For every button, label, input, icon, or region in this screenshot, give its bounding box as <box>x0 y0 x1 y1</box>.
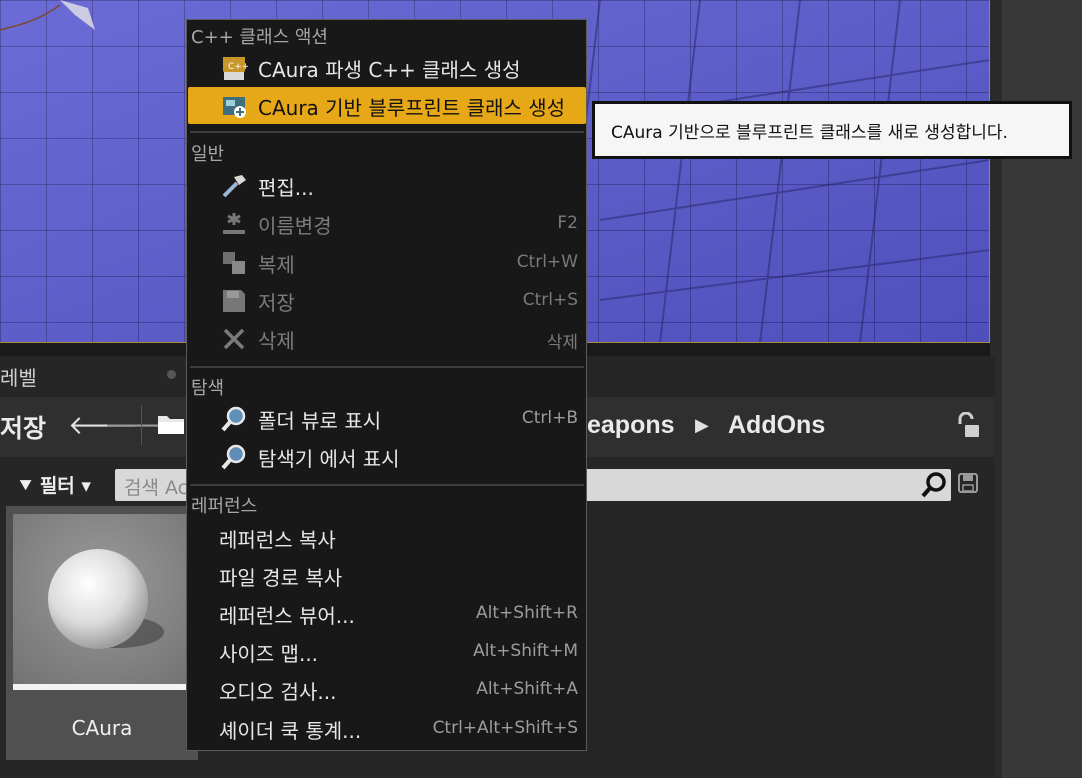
filter-button[interactable]: ⯆ 필터 ▾ <box>18 471 91 498</box>
menu-item-audit[interactable]: 오디오 검사... Alt+Shift+A <box>188 671 586 708</box>
rename-icon <box>223 213 245 234</box>
level-tab[interactable]: 레벨 <box>0 362 37 391</box>
section-references: 레퍼런스 <box>191 496 258 517</box>
menu-item-edit[interactable]: 편집... <box>188 167 586 204</box>
shortcut-label: Ctrl+B <box>521 408 578 428</box>
search-icon[interactable] <box>920 471 948 499</box>
menu-item-label: 삭제 <box>258 329 295 353</box>
menu-separator <box>190 484 584 486</box>
menu-item-show-in-explorer[interactable]: 탐색기 에서 표시 <box>188 438 586 475</box>
tooltip-text: CAura 기반으로 블루프린트 클래스를 새로 생성합니다. <box>595 104 1069 156</box>
filter-label: 필터 <box>39 475 75 497</box>
menu-item-label: 폴더 뷰로 표시 <box>258 409 382 433</box>
save-icon <box>223 290 245 312</box>
delete-x-icon <box>223 328 245 350</box>
sphere-thumbnail-icon <box>48 549 164 649</box>
menu-item-label: CAura 기반 블루프린트 클래스 생성 <box>258 96 566 120</box>
save-search-icon[interactable] <box>957 472 979 494</box>
menu-item-reference-viewer[interactable]: 레퍼런스 뷰어... Alt+Shift+R <box>188 595 586 632</box>
menu-item-label: 셰이더 쿡 통계... <box>219 719 362 743</box>
menu-item-label: 오디오 검사... <box>219 680 337 704</box>
section-explore: 탐색 <box>191 378 225 399</box>
breadcrumb-separator-icon[interactable]: ▶ <box>695 415 709 436</box>
menu-item-label: 레퍼런스 복사 <box>219 528 336 552</box>
magnifier-icon <box>221 406 246 432</box>
toolbar-divider <box>141 405 142 445</box>
menu-separator <box>190 366 584 368</box>
menu-separator <box>190 131 584 133</box>
menu-item-label: 탐색기 에서 표시 <box>258 447 400 471</box>
shortcut-label: Alt+Shift+R <box>476 603 578 623</box>
menu-item-copy-reference[interactable]: 레퍼런스 복사 <box>188 519 586 556</box>
folder-icon[interactable] <box>157 412 185 436</box>
lock-icon[interactable] <box>955 412 981 440</box>
search-placeholder: 검색 Ac <box>124 477 189 499</box>
section-cpp-class-actions: C++ 클래스 액션 <box>191 27 328 48</box>
menu-item-copy-file-path[interactable]: 파일 경로 복사 <box>188 557 586 594</box>
menu-item-show-in-folder-view[interactable]: 폴더 뷰로 표시 Ctrl+B <box>188 400 586 437</box>
breadcrumb-weapons[interactable]: eapons <box>587 411 675 440</box>
shortcut-label: Ctrl+W <box>516 252 578 272</box>
menu-tooltip: CAura 기반으로 블루프린트 클래스를 새로 생성합니다. <box>592 101 1072 159</box>
shortcut-label: Ctrl+S <box>522 290 578 310</box>
blueprint-class-icon <box>223 97 246 118</box>
menu-item-shader-cook-stats[interactable]: 셰이더 쿡 통계... Ctrl+Alt+Shift+S <box>188 710 586 747</box>
cpp-class-icon: C++ <box>223 57 248 80</box>
asset-thumbnail <box>13 514 191 684</box>
shortcut-label: F2 <box>557 213 578 233</box>
chevron-down-icon: ▾ <box>81 475 91 497</box>
menu-item-rename[interactable]: 이름변경 F2 <box>188 205 586 242</box>
menu-item-create-blueprint[interactable]: CAura 기반 블루프린트 클래스 생성 <box>188 87 586 124</box>
magnifier-icon <box>221 444 246 470</box>
menu-item-duplicate[interactable]: 복제 Ctrl+W <box>188 244 586 281</box>
asset-type-bar <box>13 684 191 690</box>
shortcut-label: Alt+Shift+M <box>473 641 578 661</box>
menu-item-save[interactable]: 저장 Ctrl+S <box>188 282 586 319</box>
breadcrumb-addons[interactable]: AddOns <box>728 411 825 440</box>
edit-hammer-icon <box>222 175 246 198</box>
menu-item-size-map[interactable]: 사이즈 맵... Alt+Shift+M <box>188 633 586 670</box>
menu-item-label: 레퍼런스 뷰어... <box>219 604 355 628</box>
menu-item-create-derived-cpp[interactable]: C++ CAura 파생 C++ 클래스 생성 <box>188 49 586 86</box>
tab-close-dot-icon[interactable] <box>167 370 176 379</box>
shortcut-label: 삭제 <box>546 333 578 353</box>
menu-item-label: 이름변경 <box>258 214 332 238</box>
duplicate-icon <box>223 252 245 274</box>
menu-item-label: 사이즈 맵... <box>219 642 319 666</box>
svg-text:C++: C++ <box>228 62 248 72</box>
menu-item-label: 파일 경로 복사 <box>219 566 343 590</box>
menu-item-delete[interactable]: 삭제 삭제 <box>188 320 586 357</box>
save-all-button[interactable]: 저장 <box>0 409 46 445</box>
menu-item-label: 복제 <box>258 253 295 277</box>
menu-item-label: CAura 파생 C++ 클래스 생성 <box>258 58 521 82</box>
menu-item-label: 저장 <box>258 291 295 315</box>
section-general: 일반 <box>191 144 225 165</box>
shortcut-label: Ctrl+Alt+Shift+S <box>432 718 578 738</box>
shortcut-label: Alt+Shift+A <box>476 679 578 699</box>
menu-item-label: 편집... <box>258 176 314 200</box>
asset-name-label: CAura <box>71 716 133 740</box>
filter-funnel-icon: ⯆ <box>18 475 34 497</box>
